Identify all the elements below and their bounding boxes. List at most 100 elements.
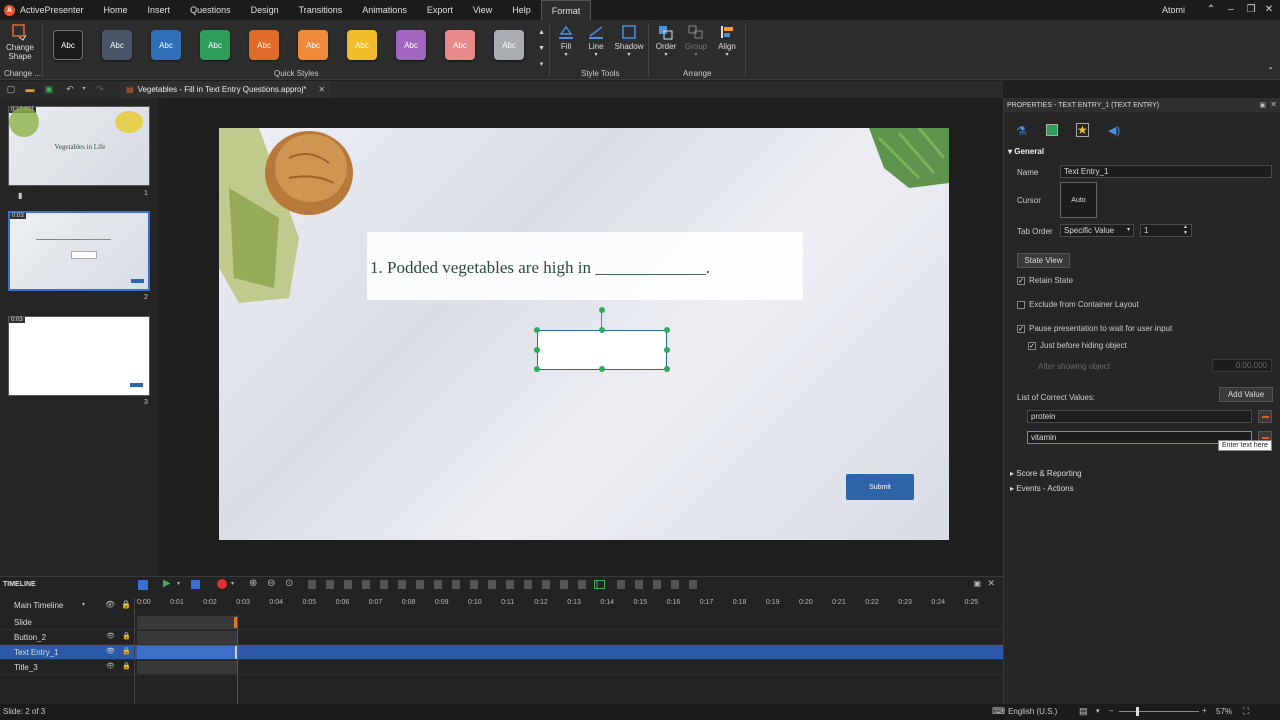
zoom-out-icon[interactable]: ⊖ [267, 578, 275, 589]
tab-order-stepper[interactable]: 1 ▲ ▼ [1140, 224, 1192, 237]
resize-handle[interactable] [664, 327, 670, 333]
shadow-button[interactable]: Shadow ▾ [614, 24, 644, 58]
eye-icon[interactable]: 👁 [106, 647, 115, 655]
eye-icon[interactable]: 👁 [106, 632, 115, 640]
correct-value-field[interactable]: protein [1027, 410, 1252, 423]
lock-icon[interactable]: 🔒 [122, 662, 131, 670]
after-showing-time[interactable]: 0:00.000 [1212, 359, 1272, 372]
zoom-in-icon[interactable]: ⊕ [249, 578, 257, 589]
pause-presentation-checkbox[interactable]: ✓ [1017, 325, 1025, 333]
collapse-ribbon-icon[interactable]: ⌃ [1202, 0, 1220, 20]
timeline-marker-icon[interactable] [594, 580, 605, 589]
menu-format[interactable]: Format [540, 0, 592, 20]
lock-icon[interactable]: 🔒 [121, 600, 131, 609]
just-before-hiding-checkbox[interactable]: ✓ [1028, 342, 1036, 350]
lock-icon[interactable]: 🔒 [122, 632, 131, 640]
group-button[interactable]: Group ▾ [684, 24, 708, 58]
language-label[interactable]: English (U.S.) [1008, 707, 1057, 716]
zoom-out-icon[interactable]: – [1109, 706, 1113, 715]
text-entry-box[interactable] [537, 330, 667, 370]
zoom-slider-thumb[interactable] [1136, 707, 1139, 716]
restore-icon[interactable]: ❐ [1242, 0, 1260, 20]
play-icon[interactable]: ▶ [163, 578, 171, 589]
change-shape-button[interactable]: Change Shape [4, 23, 36, 61]
undo-icon[interactable]: ↶ [65, 84, 75, 94]
quick-style-swatch[interactable]: Abc [151, 30, 181, 60]
quick-style-swatch[interactable]: Abc [298, 30, 328, 60]
lock-icon[interactable]: 🔒 [122, 647, 131, 655]
menu-home[interactable]: Home [94, 0, 138, 20]
score-reporting-section[interactable]: ▸ Score & Reporting [1010, 469, 1082, 478]
tab-order-mode-select[interactable]: Specific Value ▾ [1060, 224, 1134, 237]
timeline-row[interactable]: Title_3 👁 🔒 [0, 660, 1003, 675]
resize-handle[interactable] [599, 366, 605, 372]
close-panel-icon[interactable]: ✕ [1270, 100, 1277, 109]
menu-animations[interactable]: Animations [352, 0, 417, 20]
record-dropdown-icon[interactable]: ▾ [231, 580, 234, 587]
open-folder-icon[interactable]: ▬ [25, 84, 35, 94]
audio-tab-icon[interactable]: ◀) [1108, 124, 1120, 137]
general-section[interactable]: ▾ General [1008, 147, 1044, 156]
resize-handle[interactable] [534, 347, 540, 353]
timeline-row[interactable]: Button_2 👁 🔒 [0, 630, 1003, 645]
object-duration-bar[interactable] [137, 661, 237, 674]
quick-style-swatch[interactable]: Abc [494, 30, 524, 60]
quick-style-swatch[interactable]: Abc [102, 30, 132, 60]
menu-transitions[interactable]: Transitions [289, 0, 353, 20]
slide-canvas[interactable]: 1. Podded vegetables are high in _______… [219, 128, 949, 540]
zoom-fit-icon[interactable]: ⊙ [285, 578, 293, 589]
ribbon-collapse-icon[interactable]: ⌃ [1267, 66, 1274, 75]
zoom-slider[interactable] [1119, 711, 1199, 712]
size-tab-icon[interactable] [1046, 124, 1058, 136]
interactivity-tab-icon[interactable]: ★ [1076, 123, 1089, 137]
view-mode-icon[interactable]: ▤ [1079, 706, 1088, 717]
slide-duration-bar[interactable] [137, 616, 237, 629]
menu-help[interactable]: Help [502, 0, 541, 20]
menu-insert[interactable]: Insert [138, 0, 181, 20]
gallery-scroll[interactable]: ▲ ▼ ▾ [538, 25, 545, 73]
timeline-dropdown-icon[interactable]: ▾ [82, 601, 85, 608]
resize-handle[interactable] [534, 366, 540, 372]
exclude-layout-checkbox[interactable] [1017, 301, 1025, 309]
document-tab[interactable]: ▤ Vegetables - Fill in Text Entry Questi… [120, 81, 332, 98]
fit-window-icon[interactable]: ⛶ [1243, 706, 1249, 717]
state-view-button[interactable]: State View [1017, 253, 1070, 268]
name-field[interactable]: Text Entry_1 [1060, 165, 1272, 178]
timeline-row-selected[interactable]: Text Entry_1 👁 🔒 [0, 645, 1003, 660]
slide-thumbnail-3[interactable]: 0:03 [8, 316, 150, 396]
timeline-row[interactable]: Slide [0, 615, 1003, 630]
view-mode-dropdown-icon[interactable]: ▾ [1096, 707, 1100, 715]
resize-handle[interactable] [664, 347, 670, 353]
remove-value-icon[interactable] [1258, 410, 1272, 423]
resize-handle[interactable] [599, 327, 605, 333]
redo-icon[interactable]: ↷ [95, 84, 105, 94]
style-tab-icon[interactable]: ⚗ [1016, 124, 1027, 138]
playhead[interactable] [237, 615, 238, 705]
eye-icon[interactable]: 👁 [106, 662, 115, 670]
close-window-icon[interactable]: ✕ [1260, 0, 1278, 20]
slide-thumbnail-2[interactable]: 0:03 [8, 211, 150, 291]
minimize-icon[interactable]: – [1222, 0, 1240, 20]
quick-style-swatch[interactable]: Abc [445, 30, 475, 60]
undo-dropdown-icon[interactable]: ▾ [79, 84, 89, 94]
cursor-picker[interactable]: Auto [1060, 182, 1097, 218]
rotate-handle[interactable] [599, 307, 605, 313]
close-tab-icon[interactable]: ✕ [318, 85, 325, 94]
play-dropdown-icon[interactable]: ▾ [177, 580, 180, 587]
slide-thumbnail-1[interactable]: 0:10.001 Vegetables in Life [8, 106, 150, 186]
user-name[interactable]: Atomi [1162, 0, 1185, 20]
playhead-marker[interactable] [234, 617, 237, 628]
object-duration-bar[interactable] [137, 631, 237, 644]
menu-export[interactable]: Export [417, 0, 463, 20]
question-title-box[interactable]: 1. Podded vegetables are high in _______… [367, 232, 803, 300]
quick-style-swatch[interactable]: Abc [249, 30, 279, 60]
resize-handle[interactable] [664, 366, 670, 372]
order-button[interactable]: Order ▾ [654, 24, 678, 58]
line-button[interactable]: Line ▾ [586, 24, 606, 58]
stop-icon[interactable] [191, 580, 200, 589]
quick-style-swatch[interactable]: Abc [200, 30, 230, 60]
add-value-button[interactable]: Add Value [1219, 387, 1273, 402]
main-timeline-label[interactable]: Main Timeline [14, 601, 63, 610]
menu-design[interactable]: Design [241, 0, 289, 20]
menu-view[interactable]: View [463, 0, 502, 20]
